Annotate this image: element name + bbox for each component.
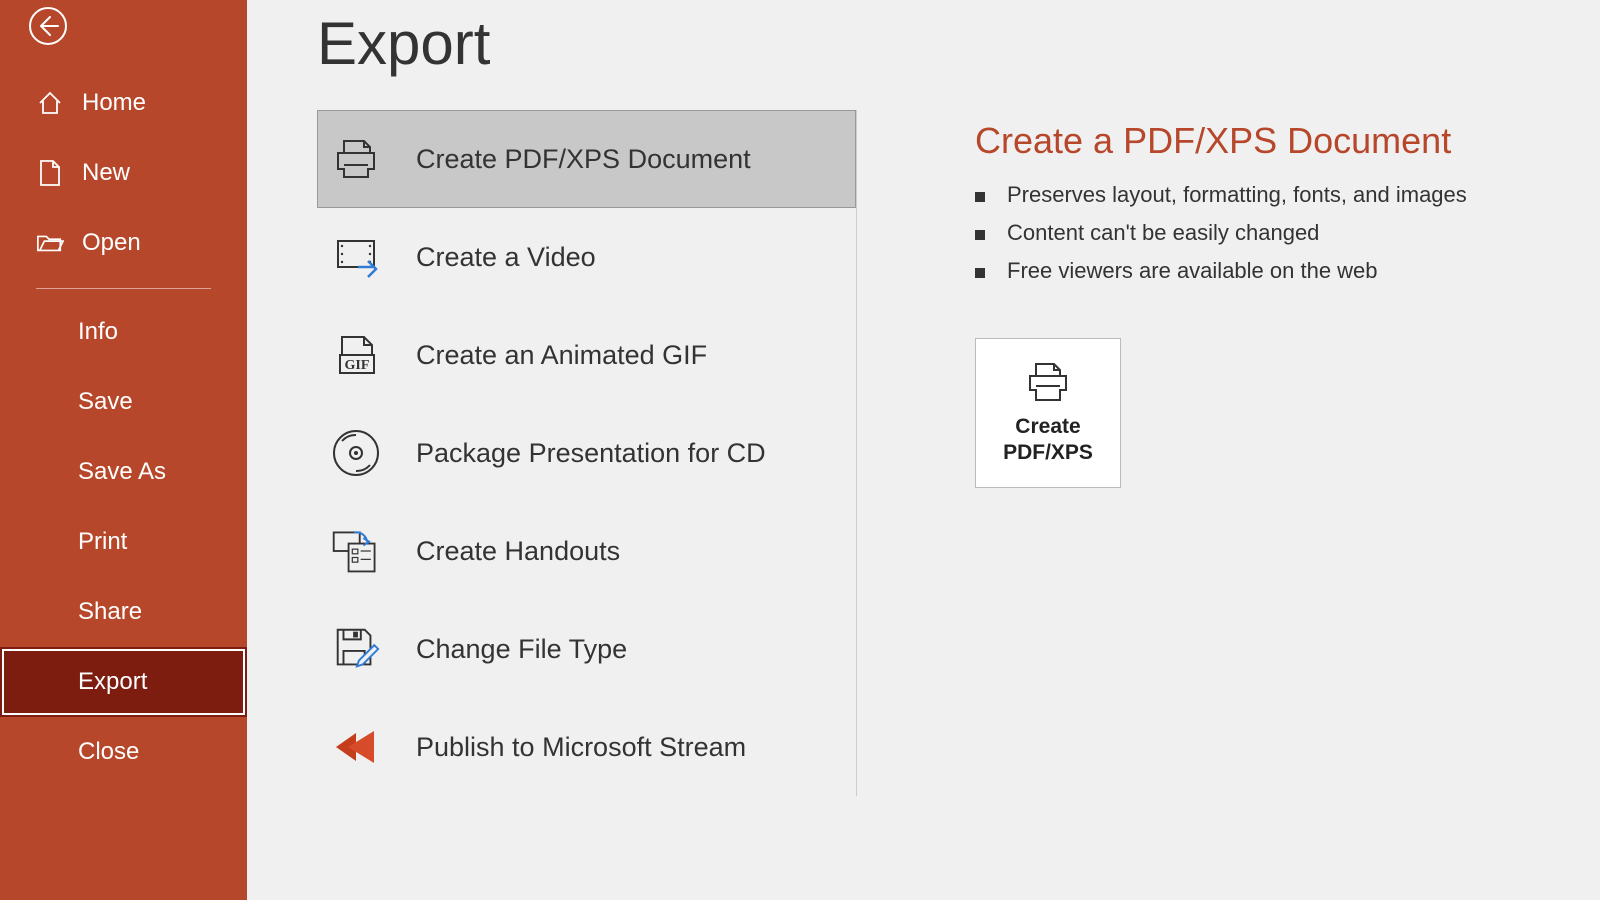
sidebar-item-close[interactable]: Close: [0, 717, 247, 787]
export-option-pdf[interactable]: Create PDF/XPS Document: [317, 110, 856, 208]
detail-title: Create a PDF/XPS Document: [975, 120, 1600, 162]
export-option-label: Create PDF/XPS Document: [416, 144, 751, 175]
sidebar-item-saveas[interactable]: Save As: [0, 437, 247, 507]
export-option-label: Change File Type: [416, 634, 627, 665]
detail-bullet: Preserves layout, formatting, fonts, and…: [975, 176, 1600, 214]
printer-icon: [1024, 360, 1072, 404]
sidebar-item-label: Print: [78, 528, 127, 556]
disc-icon: [330, 427, 382, 479]
export-option-gif[interactable]: GIF Create an Animated GIF: [317, 306, 856, 404]
stream-icon: [330, 721, 382, 773]
button-label: CreatePDF/XPS: [1003, 414, 1093, 467]
save-pencil-icon: [330, 623, 382, 675]
home-icon: [36, 89, 64, 117]
export-option-cd[interactable]: Package Presentation for CD: [317, 404, 856, 502]
export-options-list: Create PDF/XPS Document Create a Video G…: [317, 110, 857, 796]
export-option-filetype[interactable]: Change File Type: [317, 600, 856, 698]
export-option-handouts[interactable]: Create Handouts: [317, 502, 856, 600]
detail-bullets: Preserves layout, formatting, fonts, and…: [975, 176, 1600, 290]
sidebar-item-home[interactable]: Home: [0, 68, 247, 138]
printer-icon: [330, 133, 382, 185]
sidebar-item-label: Open: [82, 229, 141, 257]
sidebar-item-label: Save: [78, 388, 133, 416]
gif-icon: GIF: [330, 329, 382, 381]
sidebar-item-info[interactable]: Info: [0, 297, 247, 367]
export-option-label: Create an Animated GIF: [416, 340, 707, 371]
file-icon: [36, 159, 64, 187]
sidebar-item-label: Close: [78, 738, 139, 766]
sidebar-item-label: Info: [78, 318, 118, 346]
detail-bullet: Free viewers are available on the web: [975, 252, 1600, 290]
back-button[interactable]: [28, 6, 68, 46]
sidebar-item-print[interactable]: Print: [0, 507, 247, 577]
svg-text:GIF: GIF: [345, 358, 370, 373]
export-option-label: Publish to Microsoft Stream: [416, 732, 746, 763]
film-icon: [330, 231, 382, 283]
handout-icon: [330, 525, 382, 577]
sidebar-item-save[interactable]: Save: [0, 367, 247, 437]
page-title: Export: [317, 0, 913, 74]
export-option-video[interactable]: Create a Video: [317, 208, 856, 306]
export-option-label: Create a Video: [416, 242, 596, 273]
sidebar-item-new[interactable]: New: [0, 138, 247, 208]
sidebar-item-open[interactable]: Open: [0, 208, 247, 278]
backstage-sidebar: Home New Open Info Save Save As Print Sh…: [0, 0, 247, 900]
folder-icon: [36, 229, 64, 257]
create-pdf-xps-button[interactable]: CreatePDF/XPS: [975, 338, 1121, 488]
back-arrow-icon: [28, 6, 68, 46]
export-option-stream[interactable]: Publish to Microsoft Stream: [317, 698, 856, 796]
detail-bullet: Content can't be easily changed: [975, 214, 1600, 252]
sidebar-item-label: New: [82, 159, 130, 187]
sidebar-item-label: Save As: [78, 458, 166, 486]
sidebar-item-label: Export: [78, 668, 147, 696]
sidebar-item-share[interactable]: Share: [0, 577, 247, 647]
sidebar-divider: [36, 288, 211, 289]
detail-pane: Create a PDF/XPS Document Preserves layo…: [913, 0, 1600, 900]
export-option-label: Create Handouts: [416, 536, 620, 567]
sidebar-item-label: Share: [78, 598, 142, 626]
export-option-label: Package Presentation for CD: [416, 438, 766, 469]
main-content: Export Create PDF/XPS Document Create a …: [247, 0, 1600, 900]
sidebar-item-export[interactable]: Export: [0, 647, 247, 717]
sidebar-item-label: Home: [82, 89, 146, 117]
